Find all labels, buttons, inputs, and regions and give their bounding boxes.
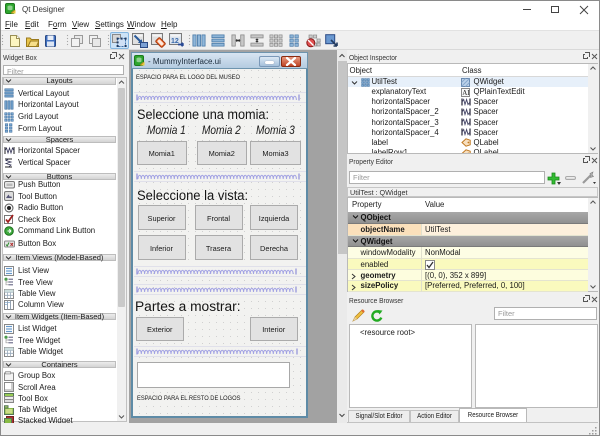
svg-text:AI: AI [462,89,470,97]
svg-text:12: 12 [171,38,179,45]
